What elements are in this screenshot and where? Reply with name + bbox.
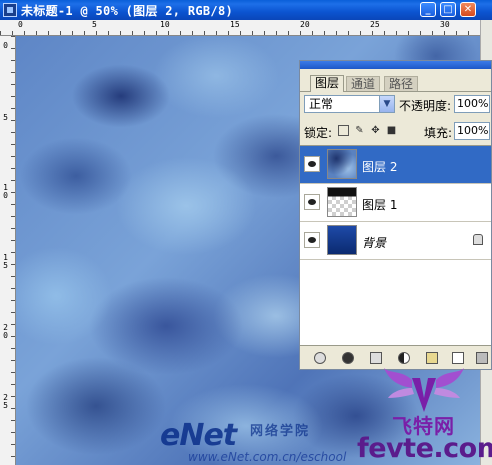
enet-watermark: eNet	[160, 418, 237, 453]
new-group-icon[interactable]	[426, 352, 438, 364]
lock-all-icon[interactable]: ■	[386, 125, 397, 136]
lock-transparency-icon[interactable]	[338, 125, 349, 136]
chevron-down-icon: ▼	[379, 96, 394, 112]
adjustment-layer-icon[interactable]	[398, 352, 410, 364]
layer-thumbnail	[327, 225, 357, 255]
ruler-tick: 10	[160, 20, 170, 29]
ruler-tick: 2 5	[3, 393, 8, 410]
lock-label: 锁定:	[304, 126, 333, 140]
blend-mode-select[interactable]: 正常 ▼	[304, 95, 395, 113]
eye-icon[interactable]	[304, 232, 320, 248]
minimize-button[interactable]: _	[420, 2, 436, 17]
layer-row-background[interactable]: 背景	[300, 222, 491, 260]
ruler-tick: 5	[92, 20, 97, 29]
layers-panel: 图层 通道 路径 正常 ▼ 不透明度: 100% 锁定: ✎ ✥ ■ 填充: 1…	[299, 60, 492, 370]
fevte-url-watermark: fevte.com	[357, 433, 492, 464]
ruler-tick: 30	[440, 20, 450, 29]
panel-caption-bar[interactable]	[300, 61, 491, 69]
ruler-tick: 5	[3, 113, 8, 122]
ruler-tick: 1 0	[3, 183, 8, 200]
layer-thumbnail	[327, 187, 357, 217]
tab-paths[interactable]: 路径	[384, 76, 419, 91]
enet-cn-watermark: 网络学院	[250, 424, 311, 439]
tab-layers[interactable]: 图层	[310, 75, 345, 92]
layer-name: 图层 2	[362, 160, 398, 174]
layer-name: 背景	[362, 236, 387, 250]
close-button[interactable]: ✕	[460, 2, 476, 17]
ruler-tick: 1 5	[3, 253, 8, 270]
ruler-tick: 25	[370, 20, 380, 29]
link-icon[interactable]	[314, 352, 326, 364]
trash-icon[interactable]	[476, 352, 488, 364]
layer-row-layer2[interactable]: 图层 2	[300, 146, 491, 184]
ruler-tick: 0	[3, 41, 8, 50]
eye-icon[interactable]	[304, 156, 320, 172]
layer-thumbnail	[327, 149, 357, 179]
fevte-wing-logo	[384, 368, 464, 412]
layer-row-layer1[interactable]: 图层 1	[300, 184, 491, 222]
window-title-bar[interactable]: 未标题-1 @ 50% (图层 2, RGB/8) _ □ ✕	[0, 0, 492, 20]
opacity-label: 不透明度:	[399, 99, 452, 113]
layer-style-icon[interactable]	[342, 352, 354, 364]
horizontal-ruler[interactable]: 0 5 10 15 20 25 30	[0, 20, 480, 36]
layers-panel-toolbar	[300, 345, 491, 370]
tab-channels[interactable]: 通道	[346, 76, 381, 91]
layer-name: 图层 1	[362, 198, 398, 212]
fill-label: 填充:	[424, 126, 453, 140]
fill-field[interactable]: 100%	[454, 122, 490, 140]
opacity-field[interactable]: 100%	[454, 95, 490, 113]
vertical-ruler[interactable]: 0 5 1 0 1 5 2 0 2 5	[0, 36, 16, 465]
blend-mode-value: 正常	[309, 97, 334, 111]
layer-list: 图层 2 图层 1 背景	[300, 145, 491, 346]
ruler-tick: 20	[300, 20, 310, 29]
eye-icon[interactable]	[304, 194, 320, 210]
new-layer-icon[interactable]	[452, 352, 464, 364]
maximize-button[interactable]: □	[440, 2, 456, 17]
lock-brush-icon[interactable]: ✎	[354, 125, 365, 136]
panel-tabs: 图层 通道 路径	[300, 71, 491, 92]
lock-move-icon[interactable]: ✥	[370, 125, 381, 136]
window-title: 未标题-1 @ 50% (图层 2, RGB/8)	[21, 4, 233, 18]
ruler-tick: 2 0	[3, 323, 8, 340]
enet-url-watermark: www.eNet.com.cn/eschool	[188, 450, 347, 464]
photoshop-document-icon	[3, 3, 17, 17]
ruler-tick: 0	[18, 20, 23, 29]
mask-icon[interactable]	[370, 352, 382, 364]
lock-icon	[473, 234, 483, 245]
ruler-tick: 15	[230, 20, 240, 29]
